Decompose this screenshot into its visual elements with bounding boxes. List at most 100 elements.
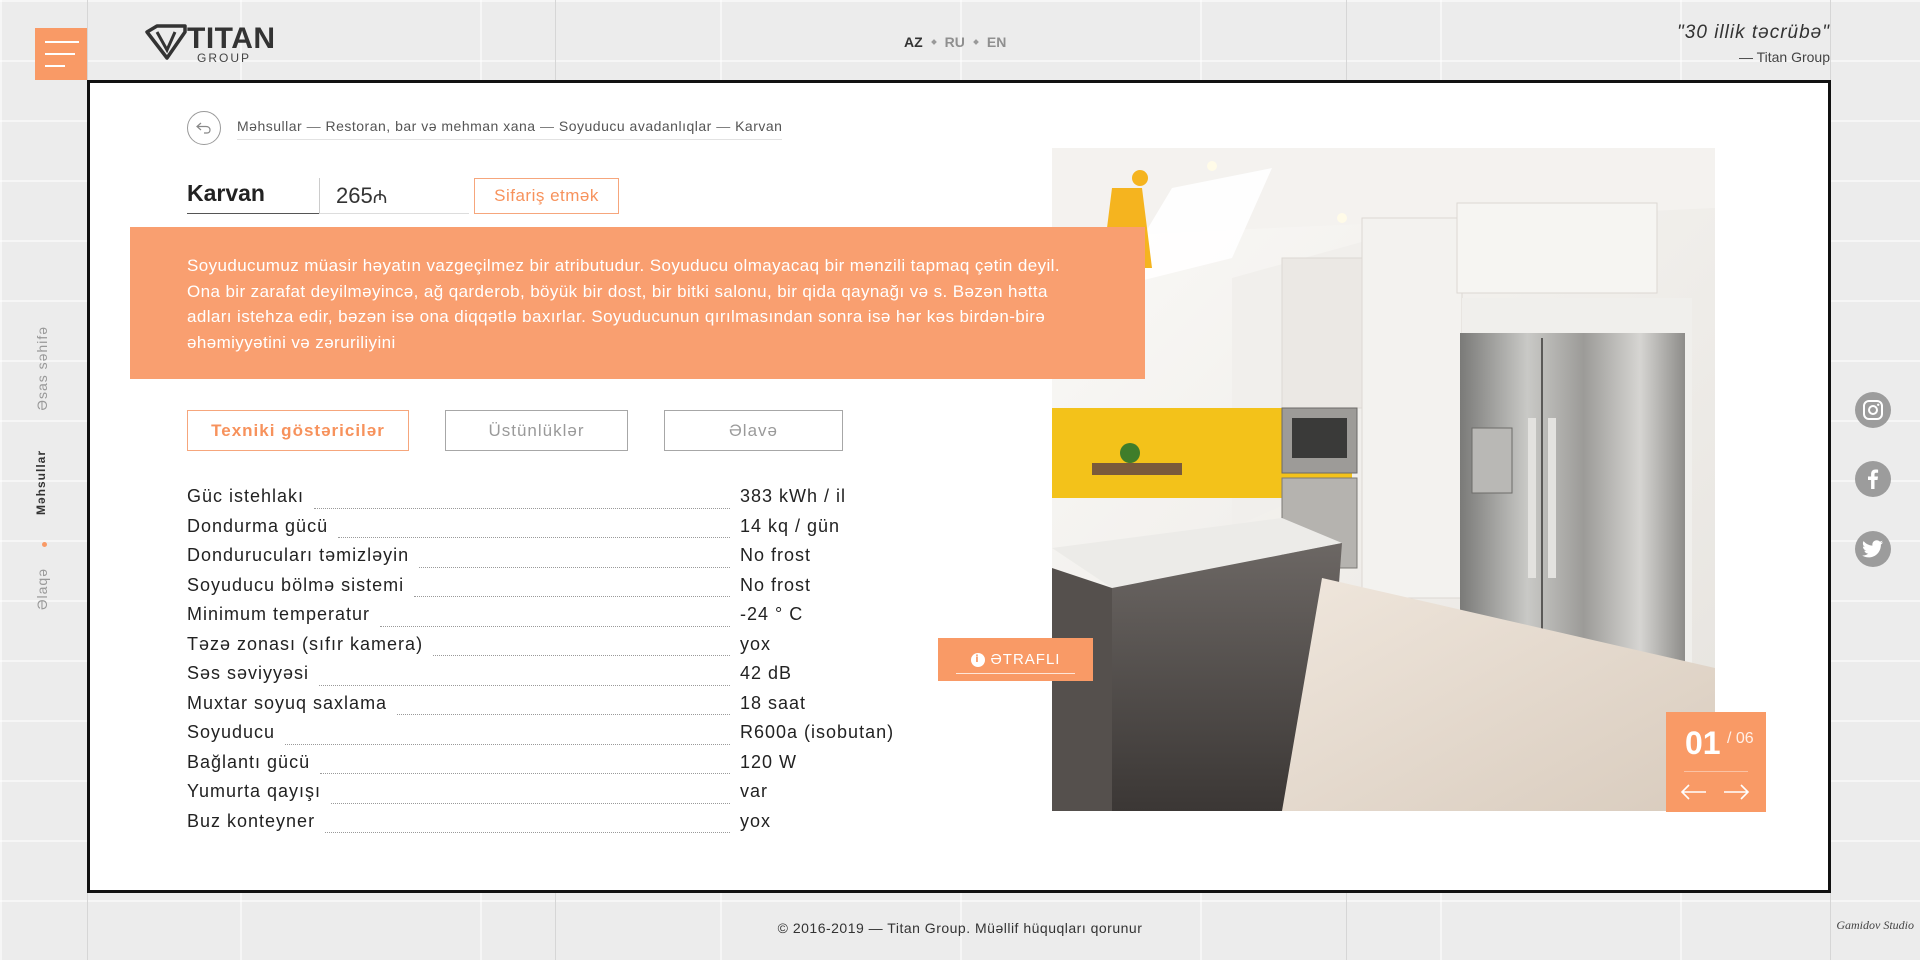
spec-label: Muxtar soyuq saxlama — [187, 692, 388, 713]
details-label: ƏTRAFLI — [990, 651, 1061, 668]
spec-value: 18 saat — [740, 692, 807, 713]
tab-advantages[interactable]: Üstünlüklər — [445, 410, 628, 451]
logo[interactable]: TITAN GROUP — [145, 22, 295, 66]
spec-label: Soyuducu — [187, 722, 276, 742]
spec-value: yox — [740, 810, 772, 831]
tab-technical-specs[interactable]: Texniki göstəricilər — [187, 410, 409, 451]
spec-leader-dots — [433, 655, 731, 656]
breadcrumb-separator: — — [539, 118, 555, 134]
spec-row: Təzə zonası (sıfır kamera) yox — [187, 634, 917, 664]
diamond-logo-icon — [145, 24, 187, 60]
spec-label: Səs səviyyəsi — [187, 663, 310, 683]
spec-row: Güc istehlakı 383 kWh / il — [187, 486, 917, 516]
spec-row: Səs səviyyəsi 42 dB — [187, 663, 917, 693]
spec-leader-dots — [414, 596, 731, 597]
instagram-icon[interactable] — [1855, 392, 1891, 428]
quote-author: — Titan Group — [1738, 49, 1830, 65]
info-icon: i — [970, 652, 985, 667]
spec-row: Dondurma gücü 14 kq / gün — [187, 516, 917, 546]
order-button[interactable]: Sifariş etmək — [474, 178, 619, 214]
breadcrumb: Məhsullar — Restoran, bar və mehman xana… — [237, 118, 783, 140]
breadcrumb-separator: — — [716, 118, 731, 134]
next-arrow-icon[interactable] — [1722, 780, 1750, 804]
back-button[interactable] — [187, 111, 221, 145]
spec-value: 120 W — [740, 751, 798, 772]
prev-arrow-icon[interactable] — [1680, 780, 1708, 804]
product-title: Karvan — [187, 180, 319, 214]
twitter-icon[interactable] — [1855, 531, 1891, 567]
breadcrumb-item[interactable]: Restoran, bar və mehman xana — [325, 118, 535, 134]
spec-label: Minimum temperatur — [187, 604, 371, 624]
spec-row: Soyuducu R600a (isobutan) — [187, 722, 917, 752]
spec-value: No frost — [740, 545, 812, 565]
details-button[interactable]: i ƏTRAFLI — [938, 638, 1093, 681]
spec-leader-dots — [397, 714, 731, 715]
slide-total: / 06 — [1727, 730, 1754, 747]
spec-row: Dondurucuları təmizləyin No frost — [187, 545, 917, 575]
spec-row: Soyuducu bölmə sistemi No frost — [187, 575, 917, 605]
spec-value: -24 ° C — [740, 604, 804, 624]
spec-leader-dots — [380, 625, 731, 627]
specs-table: Güc istehlakı 383 kWh / il Dondurma gücü 14… — [187, 486, 917, 840]
spec-value: 383 kWh / il — [740, 486, 847, 506]
lang-ru[interactable]: RU — [945, 34, 965, 50]
back-arrow-icon — [196, 122, 211, 134]
spec-value: R600a (isobutan) — [740, 722, 895, 742]
price-value: 265 — [336, 183, 373, 208]
spec-value: var — [740, 781, 769, 801]
spec-leader-dots — [319, 684, 731, 686]
spec-row: Buz konteyner yox — [187, 811, 917, 841]
spec-label: Yumurta qayışı — [187, 781, 322, 801]
active-nav-dot — [42, 542, 47, 547]
spec-row: Minimum temperatur -24 ° C — [187, 604, 917, 634]
spec-leader-dots — [419, 566, 731, 568]
nav-item-contact[interactable]: Əlaqə — [34, 568, 56, 610]
spec-leader-dots — [320, 773, 731, 774]
breadcrumb-item[interactable]: Məhsullar — [237, 118, 302, 134]
spec-label: Dondurma gücü — [187, 515, 329, 536]
separator-dot — [973, 39, 979, 45]
spec-leader-dots — [338, 537, 731, 538]
product-price: 265₼ — [319, 178, 469, 214]
menu-icon — [45, 53, 75, 55]
spec-leader-dots — [325, 832, 731, 833]
spec-value: 42 dB — [740, 663, 793, 683]
menu-icon — [45, 41, 79, 43]
studio-credit[interactable]: Gamidov Studio — [1836, 918, 1914, 933]
spec-label: Güc istehlakı — [187, 486, 305, 506]
slide-counter: 01 / 06 — [1666, 712, 1766, 812]
footer-copyright: © 2016-2019 — Titan Group. Müəllif hüquq… — [777, 920, 1143, 936]
spec-row: Bağlantı gücü 120 W — [187, 752, 917, 782]
quote-text: "30 illik təcrübə" — [1677, 22, 1830, 43]
lang-az[interactable]: AZ — [904, 34, 923, 50]
logo-subtitle: GROUP — [197, 51, 252, 65]
menu-icon — [45, 65, 65, 67]
slide-current: 01 — [1685, 725, 1721, 761]
breadcrumb-item[interactable]: Soyuducu avadanlıqlar — [559, 118, 712, 134]
spec-leader-dots — [331, 802, 731, 804]
spec-label: Soyuducu bölmə sistemi — [187, 574, 405, 595]
nav-item-products[interactable]: Məhsullar — [34, 450, 56, 515]
spec-label: Təzə zonası (sıfır kamera) — [187, 633, 424, 654]
spec-label: Dondurucuları təmizləyin — [187, 545, 410, 565]
divider — [1684, 771, 1748, 772]
breadcrumb-separator: — — [306, 118, 322, 134]
menu-button[interactable] — [35, 28, 87, 80]
side-navigation: Əsas səhifə Məhsullar Əlaqə — [34, 320, 56, 630]
spec-leader-dots — [314, 507, 731, 509]
facebook-icon[interactable] — [1855, 461, 1891, 497]
breadcrumb-current: Karvan — [735, 118, 783, 134]
product-photo — [1052, 148, 1715, 811]
lang-en[interactable]: EN — [987, 34, 1006, 50]
spec-value: yox — [740, 633, 772, 654]
language-switcher: AZ RU EN — [904, 34, 1006, 50]
spec-row: Yumurta qayışı var — [187, 781, 917, 811]
currency-symbol: ₼ — [372, 187, 388, 207]
product-description: Soyuducumuz müasir həyatın vazgeçilmez b… — [130, 227, 1145, 379]
separator-dot — [930, 39, 937, 45]
spec-leader-dots — [285, 743, 731, 745]
spec-value: 14 kq / gün — [740, 515, 841, 536]
nav-item-home[interactable]: Əsas səhifə — [34, 326, 56, 411]
tab-additional[interactable]: Əlavə — [664, 410, 843, 451]
spec-label: Buz konteyner — [187, 810, 316, 831]
